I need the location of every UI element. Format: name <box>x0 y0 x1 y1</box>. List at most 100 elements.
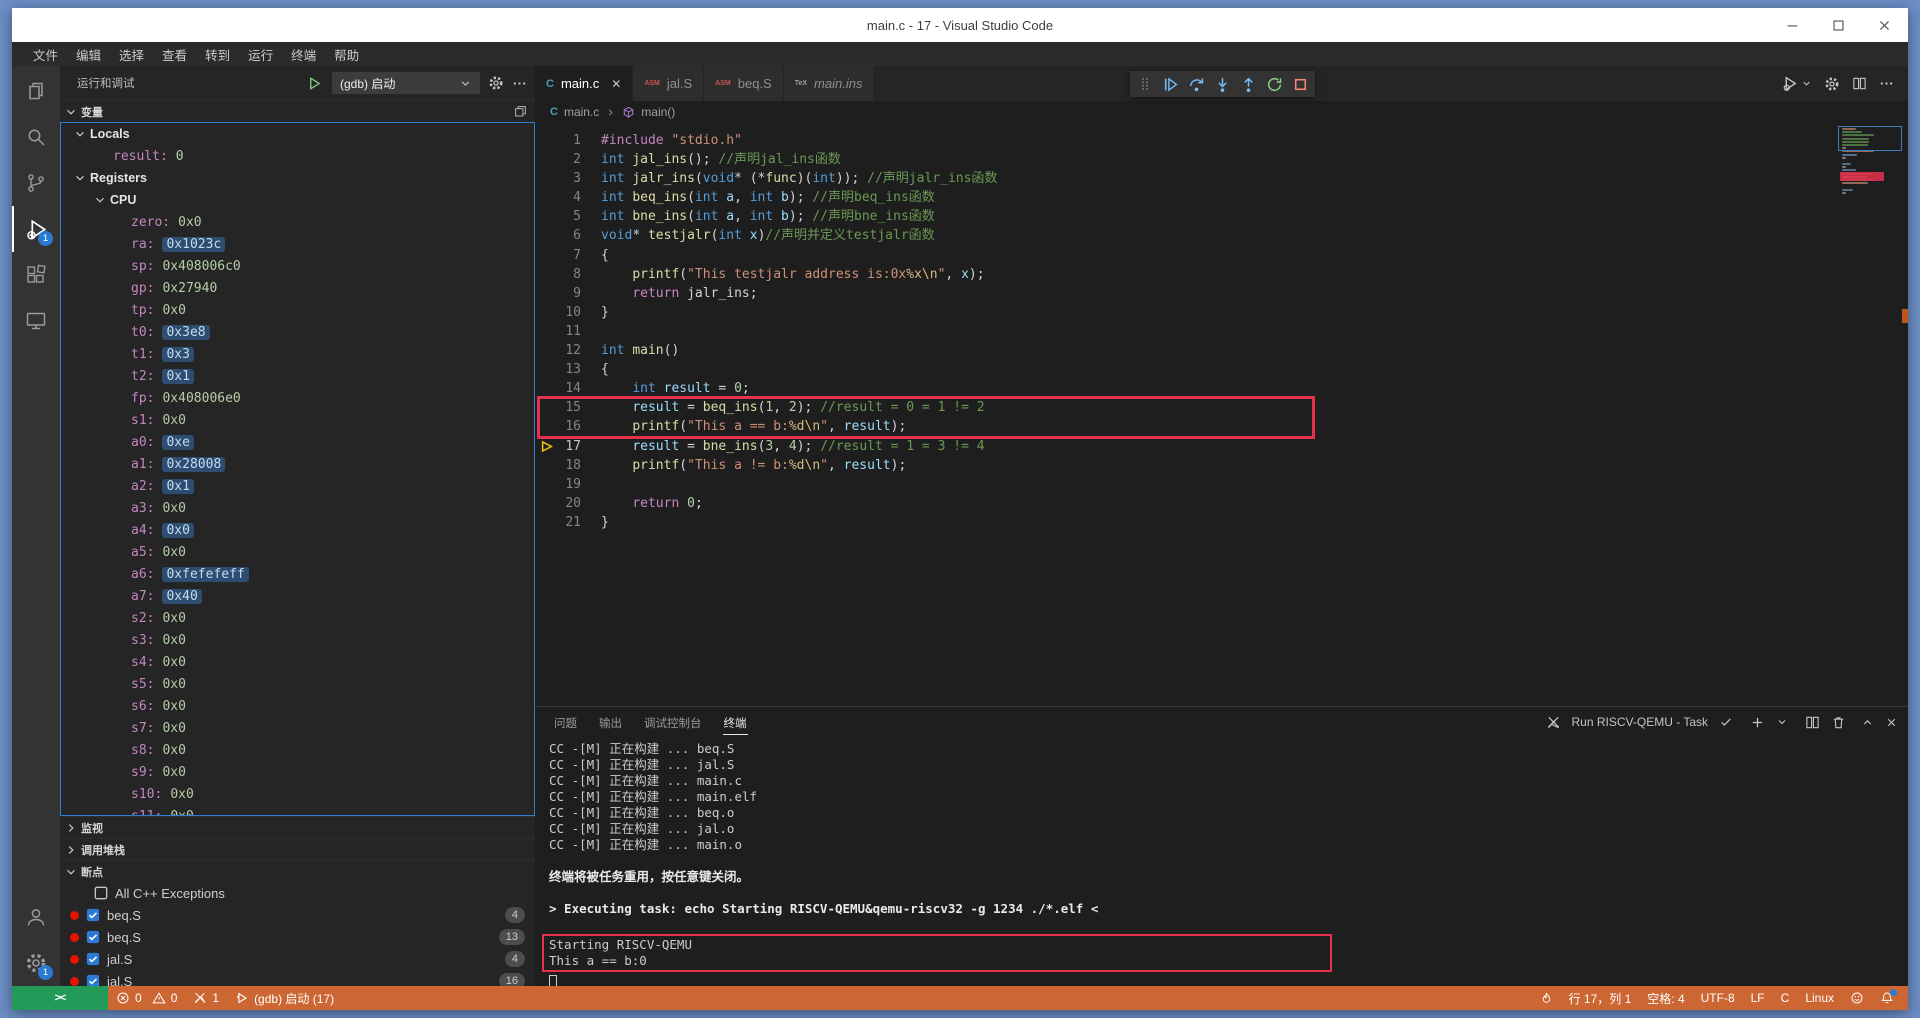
gear-icon[interactable] <box>488 75 504 91</box>
menu-item-0[interactable]: 文件 <box>24 43 67 66</box>
code-line-19[interactable]: 19 <box>535 475 1842 494</box>
code-editor[interactable]: 1#include "stdio.h"2int jal_ins(); //声明j… <box>535 123 1908 706</box>
register-row-sp[interactable]: sp:0x408006c0 <box>61 255 534 277</box>
close-icon[interactable]: ✕ <box>611 77 621 91</box>
menu-item-5[interactable]: 运行 <box>239 43 282 66</box>
continue-icon[interactable] <box>1159 73 1182 96</box>
tree-registers[interactable]: Registers <box>61 167 534 189</box>
breakpoint-row-2[interactable]: jal.S4 <box>60 948 535 970</box>
section-breakpoints[interactable]: 断点 <box>60 860 535 882</box>
menu-item-6[interactable]: 终端 <box>282 43 325 66</box>
register-row-s2[interactable]: s2:0x0 <box>61 607 534 629</box>
checkbox-checked-icon[interactable] <box>86 930 100 944</box>
breakpoint-row-3[interactable]: jal.S16 <box>60 970 535 986</box>
code-line-11[interactable]: 11 <box>535 322 1842 341</box>
minimize-button[interactable] <box>1784 17 1800 33</box>
code-line-3[interactable]: 3int jalr_ins(void* (*func)(int)); //声明j… <box>535 169 1842 188</box>
tab-main.ins[interactable]: TeXmain.ins <box>784 66 875 101</box>
step-over-icon[interactable] <box>1185 73 1208 96</box>
terminal-dropdown-icon[interactable] <box>1776 716 1788 728</box>
activity-remote-explorer-icon[interactable] <box>12 298 60 344</box>
split-terminal-icon[interactable] <box>1805 715 1820 730</box>
activity-account-icon[interactable] <box>12 894 60 940</box>
register-row-s9[interactable]: s9:0x0 <box>61 761 534 783</box>
register-row-gp[interactable]: gp:0x27940 <box>61 277 534 299</box>
close-button[interactable] <box>1876 17 1892 33</box>
code-line-1[interactable]: 1#include "stdio.h" <box>535 131 1842 150</box>
checkbox-unchecked-icon[interactable] <box>94 886 108 900</box>
code-line-20[interactable]: 20 return 0; <box>535 494 1842 513</box>
menu-item-4[interactable]: 转到 <box>196 43 239 66</box>
register-row-s6[interactable]: s6:0x0 <box>61 695 534 717</box>
code-line-17[interactable]: 17 result = bne_ins(3, 4); //result = 1 … <box>535 437 1842 456</box>
register-row-s8[interactable]: s8:0x0 <box>61 739 534 761</box>
gear-icon[interactable] <box>1824 76 1840 92</box>
register-row-a4[interactable]: a4:0x0 <box>61 519 534 541</box>
code-line-5[interactable]: 5int bne_ins(int a, int b); //声明bne_ins函… <box>535 207 1842 226</box>
line-col-indicator[interactable]: 行 17，列 1 <box>1569 990 1632 1007</box>
register-row-s5[interactable]: s5:0x0 <box>61 673 534 695</box>
register-row-t2[interactable]: t2:0x1 <box>61 365 534 387</box>
tab-main.c[interactable]: Cmain.c✕ <box>535 66 633 101</box>
register-row-t0[interactable]: t0:0x3e8 <box>61 321 534 343</box>
tab-beq.S[interactable]: ASMbeq.S <box>704 66 784 101</box>
menu-item-2[interactable]: 选择 <box>110 43 153 66</box>
activity-settings-icon[interactable]: 1 <box>12 940 60 986</box>
tree-cpu[interactable]: CPU <box>61 189 534 211</box>
activity-run-debug-icon[interactable]: 1 <box>12 206 60 252</box>
register-row-a0[interactable]: a0:0xe <box>61 431 534 453</box>
activity-explorer-icon[interactable] <box>12 68 60 114</box>
problems-indicator[interactable]: 0 0 <box>108 991 185 1005</box>
register-row-fp[interactable]: fp:0x408006e0 <box>61 387 534 409</box>
maximize-panel-icon[interactable] <box>1861 716 1874 729</box>
section-call-stack[interactable]: 调用堆栈 <box>60 838 535 860</box>
panel-tab-问题[interactable]: 问题 <box>553 710 578 734</box>
kill-terminal-icon[interactable] <box>1831 715 1846 730</box>
code-line-9[interactable]: 9 return jalr_ins; <box>535 284 1842 303</box>
eol-indicator[interactable]: LF <box>1751 991 1765 1005</box>
register-row-s1[interactable]: s1:0x0 <box>61 409 534 431</box>
step-into-icon[interactable] <box>1211 73 1234 96</box>
os-indicator[interactable]: Linux <box>1805 991 1834 1005</box>
register-row-a1[interactable]: a1:0x28008 <box>61 453 534 475</box>
close-panel-icon[interactable] <box>1885 716 1898 729</box>
breakpoint-row-0[interactable]: beq.S4 <box>60 904 535 926</box>
checkbox-checked-icon[interactable] <box>86 952 100 966</box>
breakpoint-row-1[interactable]: beq.S13 <box>60 926 535 948</box>
local-row-result[interactable]: result:0 <box>61 145 534 167</box>
breadcrumb-file[interactable]: main.c <box>564 105 599 119</box>
task-label[interactable]: Run RISCV-QEMU - Task <box>1572 715 1708 729</box>
breakpoint-exceptions-row[interactable]: All C++ Exceptions <box>60 882 535 904</box>
register-row-s4[interactable]: s4:0x0 <box>61 651 534 673</box>
debug-session-status[interactable]: (gdb) 启动 (17) <box>227 990 342 1007</box>
panel-tab-调试控制台[interactable]: 调试控制台 <box>643 710 703 734</box>
activity-source-control-icon[interactable] <box>12 160 60 206</box>
register-row-zero[interactable]: zero:0x0 <box>61 211 534 233</box>
activity-search-icon[interactable] <box>12 114 60 160</box>
code-line-12[interactable]: 12int main() <box>535 341 1842 360</box>
checkbox-checked-icon[interactable] <box>86 974 100 986</box>
encoding-indicator[interactable]: UTF-8 <box>1701 991 1735 1005</box>
breadcrumb-symbol[interactable]: main() <box>641 105 675 119</box>
maximize-button[interactable] <box>1830 17 1846 33</box>
register-row-a2[interactable]: a2:0x1 <box>61 475 534 497</box>
debug-config-dropdown[interactable]: (gdb) 启动 <box>332 72 480 94</box>
register-row-tp[interactable]: tp:0x0 <box>61 299 534 321</box>
flame-icon[interactable] <box>1540 992 1553 1005</box>
terminal-cursor-line[interactable] <box>549 973 1908 986</box>
tools-count-indicator[interactable]: 1 <box>185 991 227 1005</box>
panel-layout-icon[interactable] <box>514 105 527 118</box>
toolbar-drag-grip[interactable] <box>1133 73 1156 96</box>
tree-locals[interactable]: Locals <box>61 123 534 145</box>
menu-item-7[interactable]: 帮助 <box>325 43 368 66</box>
code-line-8[interactable]: 8 printf("This testjalr address is:0x%x\… <box>535 265 1842 284</box>
panel-tab-输出[interactable]: 输出 <box>598 710 623 734</box>
code-line-6[interactable]: 6void* testjalr(int x)//声明并定义testjalr函数 <box>535 226 1842 245</box>
breadcrumb[interactable]: C main.c main() <box>535 101 1908 123</box>
split-editor-icon[interactable] <box>1852 76 1867 91</box>
register-row-s10[interactable]: s10:0x0 <box>61 783 534 805</box>
code-line-2[interactable]: 2int jal_ins(); //声明jal_ins函数 <box>535 150 1842 169</box>
code-line-7[interactable]: 7{ <box>535 246 1842 265</box>
new-terminal-icon[interactable] <box>1750 715 1765 730</box>
feedback-icon[interactable] <box>1850 991 1864 1005</box>
